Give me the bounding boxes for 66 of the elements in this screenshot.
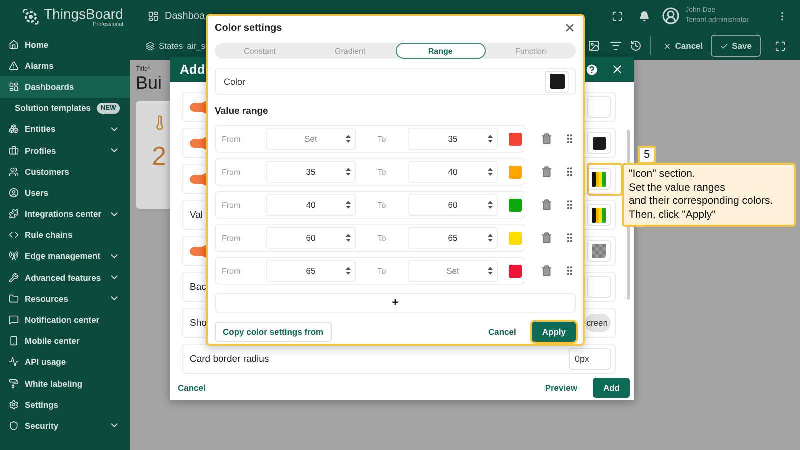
number-field[interactable]: 40: [408, 161, 498, 183]
page-title: Dashboa: [165, 10, 206, 22]
sidebar-item[interactable]: Users: [0, 182, 130, 204]
section-title: Value range: [215, 106, 270, 117]
to-label: To: [378, 266, 386, 276]
to-label: To: [378, 200, 386, 210]
step-number: 5: [638, 146, 656, 164]
sidebar-item[interactable]: Entities: [0, 118, 130, 140]
number-field[interactable]: 60: [266, 227, 356, 249]
sidebar-item[interactable]: Advanced features: [0, 267, 130, 288]
from-label: From: [222, 200, 241, 210]
sidebar-item[interactable]: Resources: [0, 288, 130, 310]
from-label: From: [222, 168, 241, 176]
widget-value: 2: [152, 141, 166, 172]
logo-name: ThingsBoard: [44, 6, 124, 22]
add-range-button[interactable]: +: [215, 293, 576, 313]
sidebar-item[interactable]: Alarms: [0, 55, 130, 76]
sidebar-item[interactable]: Rule chains: [0, 224, 130, 246]
sidebar-item[interactable]: Home: [0, 34, 130, 56]
tutorial-callout: "Icon" section. Set the value ranges and their corresponding colors. Then, click "Apply": [622, 163, 796, 227]
row-label: Sho: [190, 318, 208, 328]
dialog-title: Color settings: [215, 22, 282, 34]
to-label: To: [378, 168, 386, 176]
from-label: From: [222, 266, 241, 276]
widget-title: Bui: [136, 73, 162, 93]
from-label: From: [222, 234, 241, 242]
row-label: Bac: [190, 282, 208, 292]
sidebar-item[interactable]: Dashboards: [0, 76, 130, 98]
sidebar-item[interactable]: Mobile center: [0, 330, 130, 352]
sidebar-item[interactable]: Settings: [0, 394, 130, 416]
sidebar-item[interactable]: Integrations center: [0, 204, 130, 225]
sidebar-item[interactable]: API usage: [0, 352, 130, 373]
sidebar-item[interactable]: Security: [0, 415, 130, 437]
screen-chip[interactable]: creen: [584, 314, 611, 332]
save-button[interactable]: Save: [711, 35, 761, 57]
number-field[interactable]: Set: [266, 128, 356, 150]
states-label: States: [159, 41, 184, 51]
from-label: From: [222, 134, 241, 144]
copy-settings-button[interactable]: Copy color settings from: [215, 322, 332, 342]
cancel-button[interactable]: Cancel: [659, 37, 708, 55]
tab[interactable]: Range: [396, 43, 486, 59]
row-label: Color: [224, 76, 246, 86]
state-name: air_s: [187, 41, 206, 51]
sidebar-item[interactable]: White labeling: [0, 373, 130, 394]
sidebar-item[interactable]: Notification center: [0, 309, 130, 331]
dialog-title: Add: [180, 62, 206, 77]
sidebar-item[interactable]: Customers: [0, 161, 130, 182]
to-label: To: [378, 134, 386, 144]
add-button[interactable]: Add: [593, 378, 630, 398]
cancel-button[interactable]: Cancel: [484, 323, 520, 341]
cancel-button[interactable]: Cancel: [174, 379, 210, 397]
preview-button[interactable]: Preview: [541, 379, 582, 397]
input-field[interactable]: 0px: [569, 348, 611, 370]
sidebar-item[interactable]: Edge management: [0, 246, 130, 268]
number-field[interactable]: 65: [266, 260, 356, 282]
number-field[interactable]: 65: [408, 227, 498, 249]
row-label: Card border radius: [190, 354, 270, 364]
sidebar-item[interactable]: Profiles: [0, 140, 130, 162]
row-label: Val: [190, 210, 204, 220]
apply-button[interactable]: Apply: [532, 322, 576, 342]
number-field[interactable]: 60: [408, 194, 498, 216]
number-field[interactable]: 35: [408, 128, 498, 150]
number-field[interactable]: 40: [266, 194, 356, 216]
number-field[interactable]: 35: [266, 161, 356, 183]
number-field[interactable]: Set: [408, 260, 498, 282]
to-label: To: [378, 234, 386, 242]
